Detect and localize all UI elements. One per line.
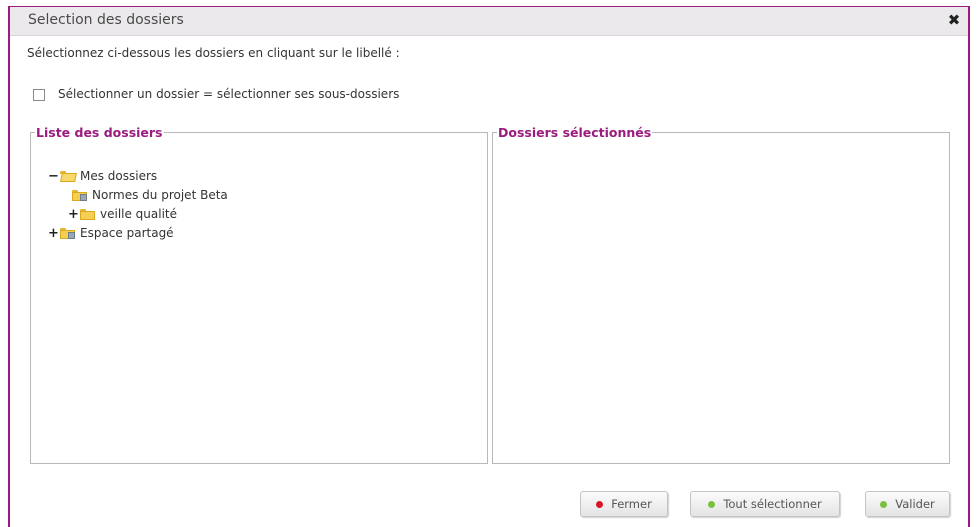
folder-list-legend: Liste des dossiers [36, 125, 163, 140]
folder-tree: − Mes dossiers Normes du projet Beta + v… [31, 140, 487, 463]
select-all-button-label: Tout sélectionner [723, 497, 822, 511]
shared-folder-icon [72, 189, 87, 201]
folder-icon [80, 208, 95, 220]
tree-node-label[interactable]: Normes du projet Beta [92, 188, 228, 202]
validate-button-label: Valider [895, 497, 935, 511]
tree-node-normes: Normes du projet Beta [72, 186, 228, 204]
shared-folder-icon [60, 227, 75, 239]
dialog-titlebar: Selection des dossiers ✖ [10, 7, 968, 36]
collapse-toggle-icon[interactable]: − [48, 169, 59, 184]
red-dot-icon [596, 500, 604, 508]
green-dot-icon [708, 500, 716, 508]
green-dot-icon [880, 500, 888, 508]
subfolder-checkbox-label[interactable]: Sélectionner un dossier = sélectionner s… [58, 87, 399, 101]
expand-toggle-icon[interactable]: + [48, 226, 59, 241]
dialog-title: Selection des dossiers [28, 12, 184, 28]
tree-node-mes-dossiers: − Mes dossiers [48, 167, 157, 185]
close-icon[interactable]: ✖ [946, 12, 962, 28]
folder-open-icon [60, 170, 77, 182]
tree-node-label[interactable]: Mes dossiers [80, 169, 157, 183]
close-button-label: Fermer [611, 497, 652, 511]
instruction-text: Sélectionnez ci-dessous les dossiers en … [27, 46, 400, 60]
selected-folders-list [493, 140, 949, 463]
expand-toggle-icon[interactable]: + [68, 207, 79, 222]
selected-folders-legend: Dossiers sélectionnés [498, 125, 652, 140]
tree-node-label[interactable]: Espace partagé [80, 226, 174, 240]
tree-node-label[interactable]: veille qualité [100, 207, 177, 221]
tree-node-veille: + veille qualité [68, 205, 177, 223]
folder-list-panel: Liste des dossiers − Mes dossiers Normes… [30, 125, 488, 464]
close-button[interactable]: Fermer [580, 491, 668, 517]
tree-node-espace-partage: + Espace partagé [48, 224, 174, 242]
select-all-button[interactable]: Tout sélectionner [690, 491, 840, 517]
subfolder-checkbox[interactable] [33, 89, 45, 101]
folder-selection-dialog: Selection des dossiers ✖ Sélectionnez ci… [8, 6, 970, 527]
selected-folders-panel: Dossiers sélectionnés [492, 125, 950, 464]
validate-button[interactable]: Valider [865, 491, 950, 517]
